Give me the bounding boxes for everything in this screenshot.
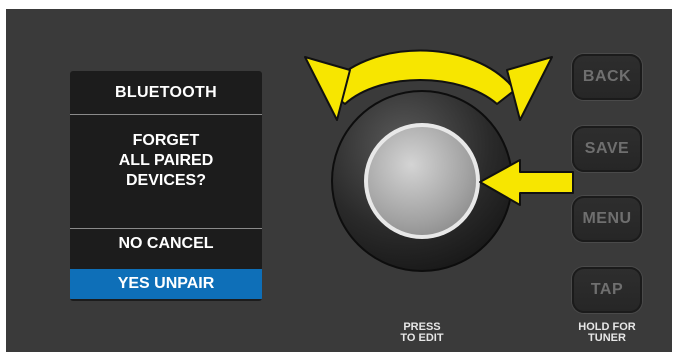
encoder-caption: PRESS TO EDIT	[382, 322, 462, 344]
caption-line: TO EDIT	[400, 332, 444, 344]
tap-button[interactable]: TAP	[572, 267, 642, 313]
amp-control-panel: BLUETOOTH FORGET ALL PAIRED DEVICES? NO …	[0, 0, 677, 352]
knob-cap[interactable]	[368, 127, 476, 235]
tap-caption: HOLD FOR TUNER	[567, 322, 647, 344]
menu-button[interactable]: MENU	[572, 196, 642, 242]
caption-line: TUNER	[588, 332, 626, 344]
save-button[interactable]: SAVE	[572, 126, 642, 172]
back-button[interactable]: BACK	[572, 54, 642, 100]
